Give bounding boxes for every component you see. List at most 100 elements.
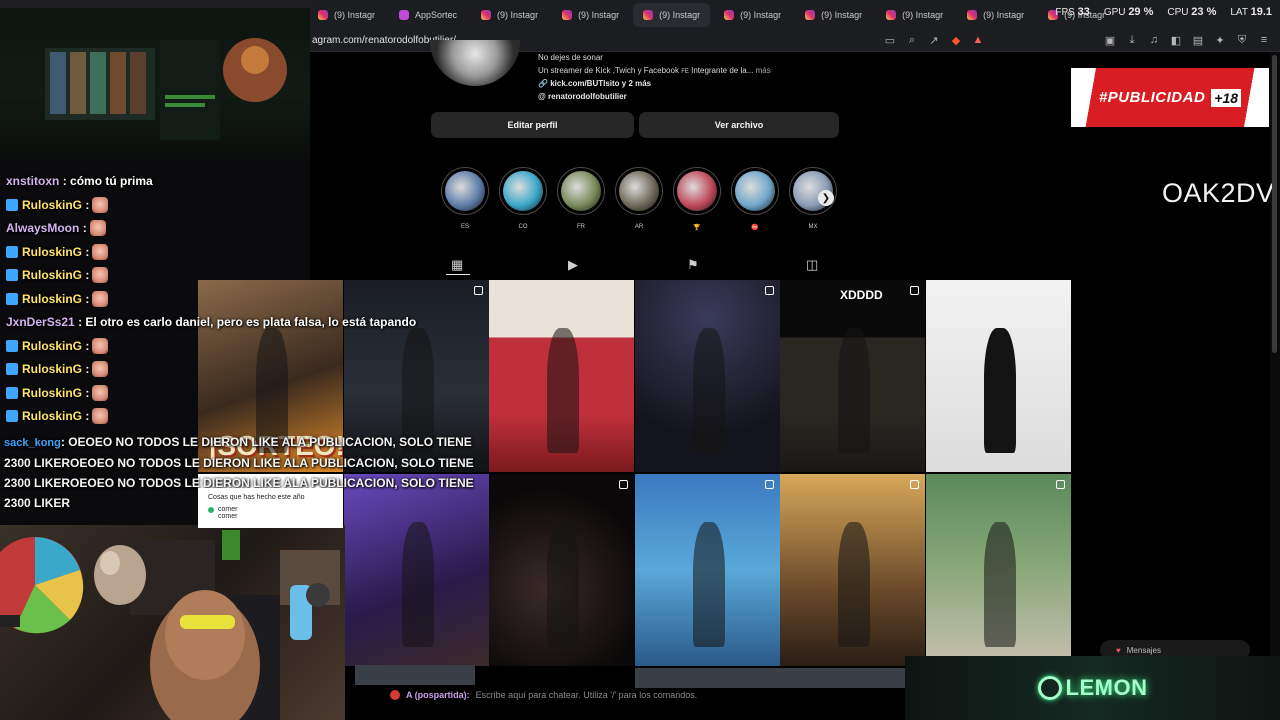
browser-tab[interactable]: (9) Instagr — [957, 3, 1034, 27]
post-red-room[interactable] — [489, 280, 634, 472]
post-subject — [402, 522, 434, 647]
chat-username[interactable]: RuloskinG — [22, 362, 82, 376]
post-thumbnail[interactable] — [355, 665, 475, 685]
highlight-label: 🏆 — [693, 225, 701, 231]
lemon-icon — [1037, 676, 1062, 700]
messages-label: Mensajes — [1126, 645, 1161, 655]
post-superman[interactable] — [635, 474, 780, 666]
post-thumbnail[interactable] — [635, 668, 780, 688]
chat-text: : El otro es carlo daniel, pero es plata… — [78, 315, 417, 329]
rewards-icon[interactable]: ▲ — [972, 34, 984, 47]
post-thumbnail[interactable] — [780, 668, 905, 688]
browser-tab[interactable]: (9) Instagr — [714, 3, 791, 27]
chat-message: RuloskinG : — [0, 405, 480, 429]
profile-link[interactable]: 🔗 kick.com/BUTIsito y 2 más — [538, 78, 771, 91]
post-dark-party[interactable] — [489, 474, 634, 666]
chat-username[interactable]: RuloskinG — [22, 339, 82, 353]
browser-tab[interactable]: (9) Instagr — [876, 3, 953, 27]
saved-icon[interactable]: ⚑ — [687, 257, 699, 273]
webcam-image — [0, 530, 340, 720]
post-kick-chair[interactable]: KICK — [926, 280, 1071, 472]
wallet-icon[interactable]: ▤ — [1192, 34, 1204, 47]
tab-label: AppSortec — [415, 10, 458, 20]
browser-tab[interactable]: (9) Instagr — [471, 3, 548, 27]
browser-tab[interactable]: (9) Instagr — [633, 3, 711, 27]
poll-option[interactable]: comer — [208, 506, 333, 513]
edit-profile-button[interactable]: Editar perfil — [431, 112, 634, 138]
highlight-cover — [677, 171, 717, 211]
menu-icon[interactable]: ≡ — [1258, 34, 1270, 47]
chat-badge-icon — [6, 363, 18, 375]
poll-option[interactable]: comer — [208, 513, 333, 520]
chat-message: xnstitoxn : cómo tú prima — [0, 170, 480, 194]
chat-message: RuloskinG : — [0, 194, 480, 218]
instagram-icon — [643, 10, 654, 20]
chat-username[interactable]: xnstitoxn — [6, 174, 59, 188]
highlight-item[interactable]: FR — [557, 167, 605, 232]
tab-label: (9) Instagr — [659, 10, 701, 20]
chat-username[interactable]: RuloskinG — [22, 198, 82, 212]
instagram-icon — [886, 10, 897, 20]
vpn-icon[interactable]: ⛨ — [1236, 34, 1248, 47]
chat-input-field[interactable]: Escribe aquí para chatear. Utiliza '/' p… — [476, 690, 698, 700]
highlight-item[interactable]: 🏆 — [673, 167, 721, 232]
download-icon[interactable]: ⤓ — [1126, 34, 1138, 47]
panel-icon[interactable]: ◧ — [1170, 34, 1182, 47]
multi-post-icon — [1056, 480, 1065, 489]
chat-input-bar[interactable]: A (pospartida): Escribe aquí para chatea… — [390, 686, 870, 704]
browser-tab[interactable]: (9) Instagr — [795, 3, 872, 27]
tab-label: (9) Instagr — [983, 10, 1025, 20]
browser-tab[interactable]: AppSortec — [389, 3, 467, 27]
highlight-ring — [673, 167, 721, 215]
chat-username[interactable]: RuloskinG — [22, 268, 82, 282]
post-subject — [838, 328, 870, 453]
game-capture — [0, 0, 310, 171]
bio-more-link[interactable]: más — [756, 66, 771, 75]
highlight-item[interactable]: ⛔ — [731, 167, 779, 232]
zoom-icon[interactable]: ⌕ — [906, 34, 918, 47]
page-scrollbar[interactable] — [1272, 55, 1277, 353]
post-sofa-friends[interactable] — [635, 280, 780, 472]
chat-username[interactable]: AlwaysMoon — [6, 221, 79, 235]
sidebar-icon[interactable]: ▣ — [1104, 34, 1116, 47]
brave-shield-icon[interactable]: ◆ — [950, 34, 962, 47]
chat-username[interactable]: JxnDerSs21 — [6, 315, 75, 329]
post-beach[interactable] — [926, 474, 1071, 666]
url-text[interactable]: agram.com/renatorodolfobutilier/ — [300, 35, 884, 46]
highlight-cover — [561, 171, 601, 211]
music-icon[interactable]: ♫ — [1148, 34, 1160, 47]
chevron-right-icon[interactable]: ❯ — [818, 190, 834, 206]
post-atrium[interactable] — [780, 474, 925, 666]
streamer-webcam — [0, 525, 345, 720]
browser-tab[interactable]: (9) Instagr — [552, 3, 629, 27]
chat-username[interactable]: RuloskinG — [22, 386, 82, 400]
chat-username[interactable]: RuloskinG — [22, 245, 82, 259]
browser-tab[interactable]: (9) Instagr — [308, 3, 385, 27]
tagged-icon[interactable]: ◫ — [806, 257, 818, 273]
view-archive-button[interactable]: Ver archivo — [639, 112, 839, 138]
post-subject — [693, 328, 725, 453]
profile-tabs: ▦ ▶ ⚑ ◫ — [430, 255, 840, 275]
highlight-cover — [735, 171, 775, 211]
instagram-icon — [967, 10, 978, 20]
instagram-icon — [805, 10, 816, 20]
chat-username: sack_kong — [4, 437, 61, 449]
chat-message: RuloskinG : — [0, 241, 480, 265]
highlight-label: ⛔ — [751, 225, 759, 231]
reels-icon[interactable]: ▶ — [568, 257, 578, 273]
highlight-item[interactable]: CO — [499, 167, 547, 232]
share-icon[interactable]: ↗ — [928, 34, 940, 47]
highlight-item[interactable]: AR — [615, 167, 663, 232]
highlight-label: AR — [634, 224, 644, 230]
threads-link[interactable]: @ renatorodolfobutilier — [538, 91, 771, 104]
chat-username[interactable]: RuloskinG — [22, 409, 82, 423]
appsortec-icon — [399, 10, 410, 20]
reader-icon[interactable]: ▭ — [884, 34, 896, 47]
chat-username[interactable]: RuloskinG — [22, 292, 82, 306]
promo-age: +18 — [1211, 88, 1242, 107]
ai-icon[interactable]: ✦ — [1214, 34, 1226, 47]
post-xdddd[interactable]: XDDDD — [780, 280, 925, 472]
post-subject — [984, 328, 1016, 453]
chat-emote-icon — [89, 220, 106, 236]
user-avatar-icon — [390, 690, 400, 700]
